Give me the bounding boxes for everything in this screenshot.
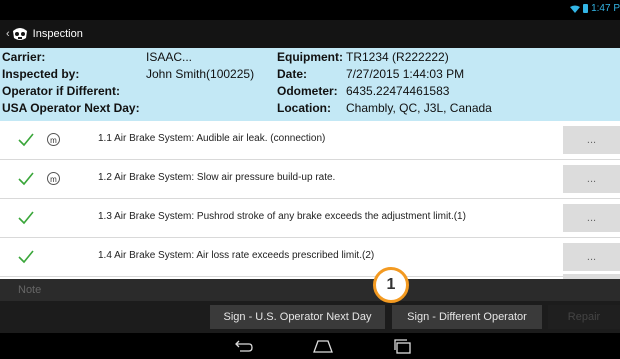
m-circle-icon: m — [47, 133, 60, 146]
more-button[interactable]: ... — [563, 243, 620, 271]
repair-button[interactable]: Repair — [548, 305, 620, 329]
status-bar: 1:47 P — [0, 0, 620, 20]
location-value: Chambly, QC, J3L, Canada — [346, 101, 492, 115]
recents-nav-icon[interactable] — [392, 338, 414, 354]
operator-different-label: Operator if Different: — [2, 84, 121, 98]
back-caret-icon: ‹ — [6, 28, 10, 40]
defect-list: m 1.1 Air Brake System: Audible air leak… — [0, 121, 620, 279]
page-title: Inspection — [32, 28, 83, 40]
date-value: 7/27/2015 1:44:03 PM — [346, 67, 465, 81]
list-item-label: 1.3 Air Brake System: Pushrod stroke of … — [98, 211, 466, 222]
list-item-label: 1.4 Air Brake System: Air loss rate exce… — [98, 250, 375, 261]
check-icon — [18, 133, 34, 147]
list-item[interactable]: m 1.1 Air Brake System: Audible air leak… — [0, 121, 620, 160]
status-indicators: 1:47 P — [570, 3, 620, 14]
back-nav-icon[interactable] — [232, 338, 254, 354]
sign-different-operator-button[interactable]: Sign - Different Operator — [392, 305, 542, 329]
status-time: 1:47 P — [591, 3, 620, 14]
note-field[interactable]: Note — [0, 279, 620, 301]
check-icon — [18, 172, 34, 186]
info-row: USA Operator Next Day: Location: Chambly… — [0, 101, 620, 117]
inspected-by-label: Inspected by: — [2, 67, 80, 81]
inspected-by-value: John Smith(100225) — [146, 67, 255, 81]
list-item[interactable]: 1.3 Air Brake System: Pushrod stroke of … — [0, 199, 620, 238]
battery-icon — [583, 4, 589, 13]
list-item[interactable]: m 1.2 Air Brake System: Slow air pressur… — [0, 160, 620, 199]
info-row: Inspected by: John Smith(100225) Date: 7… — [0, 67, 620, 83]
check-icon — [18, 250, 34, 264]
inspection-info-panel: Carrier: ISAAC... Equipment: TR1234 (R22… — [0, 48, 620, 121]
odometer-value: 6435.22474461583 — [346, 84, 450, 98]
check-icon — [18, 211, 34, 225]
equipment-value: TR1234 (R222222) — [346, 50, 449, 64]
more-button[interactable]: ... — [563, 165, 620, 193]
carrier-label: Carrier: — [2, 50, 46, 64]
note-placeholder: Note — [18, 284, 42, 296]
button-bar: Sign - U.S. Operator Next Day Sign - Dif… — [0, 301, 620, 333]
more-button[interactable]: ... — [563, 204, 620, 232]
info-row: Carrier: ISAAC... Equipment: TR1234 (R22… — [0, 50, 620, 66]
equipment-label: Equipment: — [277, 50, 343, 64]
system-nav-bar — [0, 333, 620, 359]
usa-operator-label: USA Operator Next Day: — [2, 101, 140, 115]
back-button[interactable]: ‹ Inspection — [6, 20, 83, 48]
sign-us-operator-button[interactable]: Sign - U.S. Operator Next Day — [210, 305, 385, 329]
list-item-label: 1.1 Air Brake System: Audible air leak. … — [98, 133, 326, 144]
wifi-icon — [570, 5, 581, 13]
list-item-label: 1.2 Air Brake System: Slow air pressure … — [98, 172, 336, 183]
m-circle-icon: m — [47, 172, 60, 185]
location-label: Location: — [277, 101, 331, 115]
home-nav-icon[interactable] — [312, 338, 334, 354]
list-item[interactable]: 1.4 Air Brake System: Air loss rate exce… — [0, 238, 620, 277]
app-logo-icon — [12, 28, 27, 40]
more-button[interactable]: ... — [563, 126, 620, 154]
action-bar: ‹ Inspection — [0, 20, 620, 48]
info-row: Operator if Different: Odometer: 6435.22… — [0, 84, 620, 100]
date-label: Date: — [277, 67, 308, 81]
carrier-value: ISAAC... — [146, 50, 193, 64]
step-badge: 1 — [373, 267, 409, 303]
odometer-label: Odometer: — [277, 84, 338, 98]
